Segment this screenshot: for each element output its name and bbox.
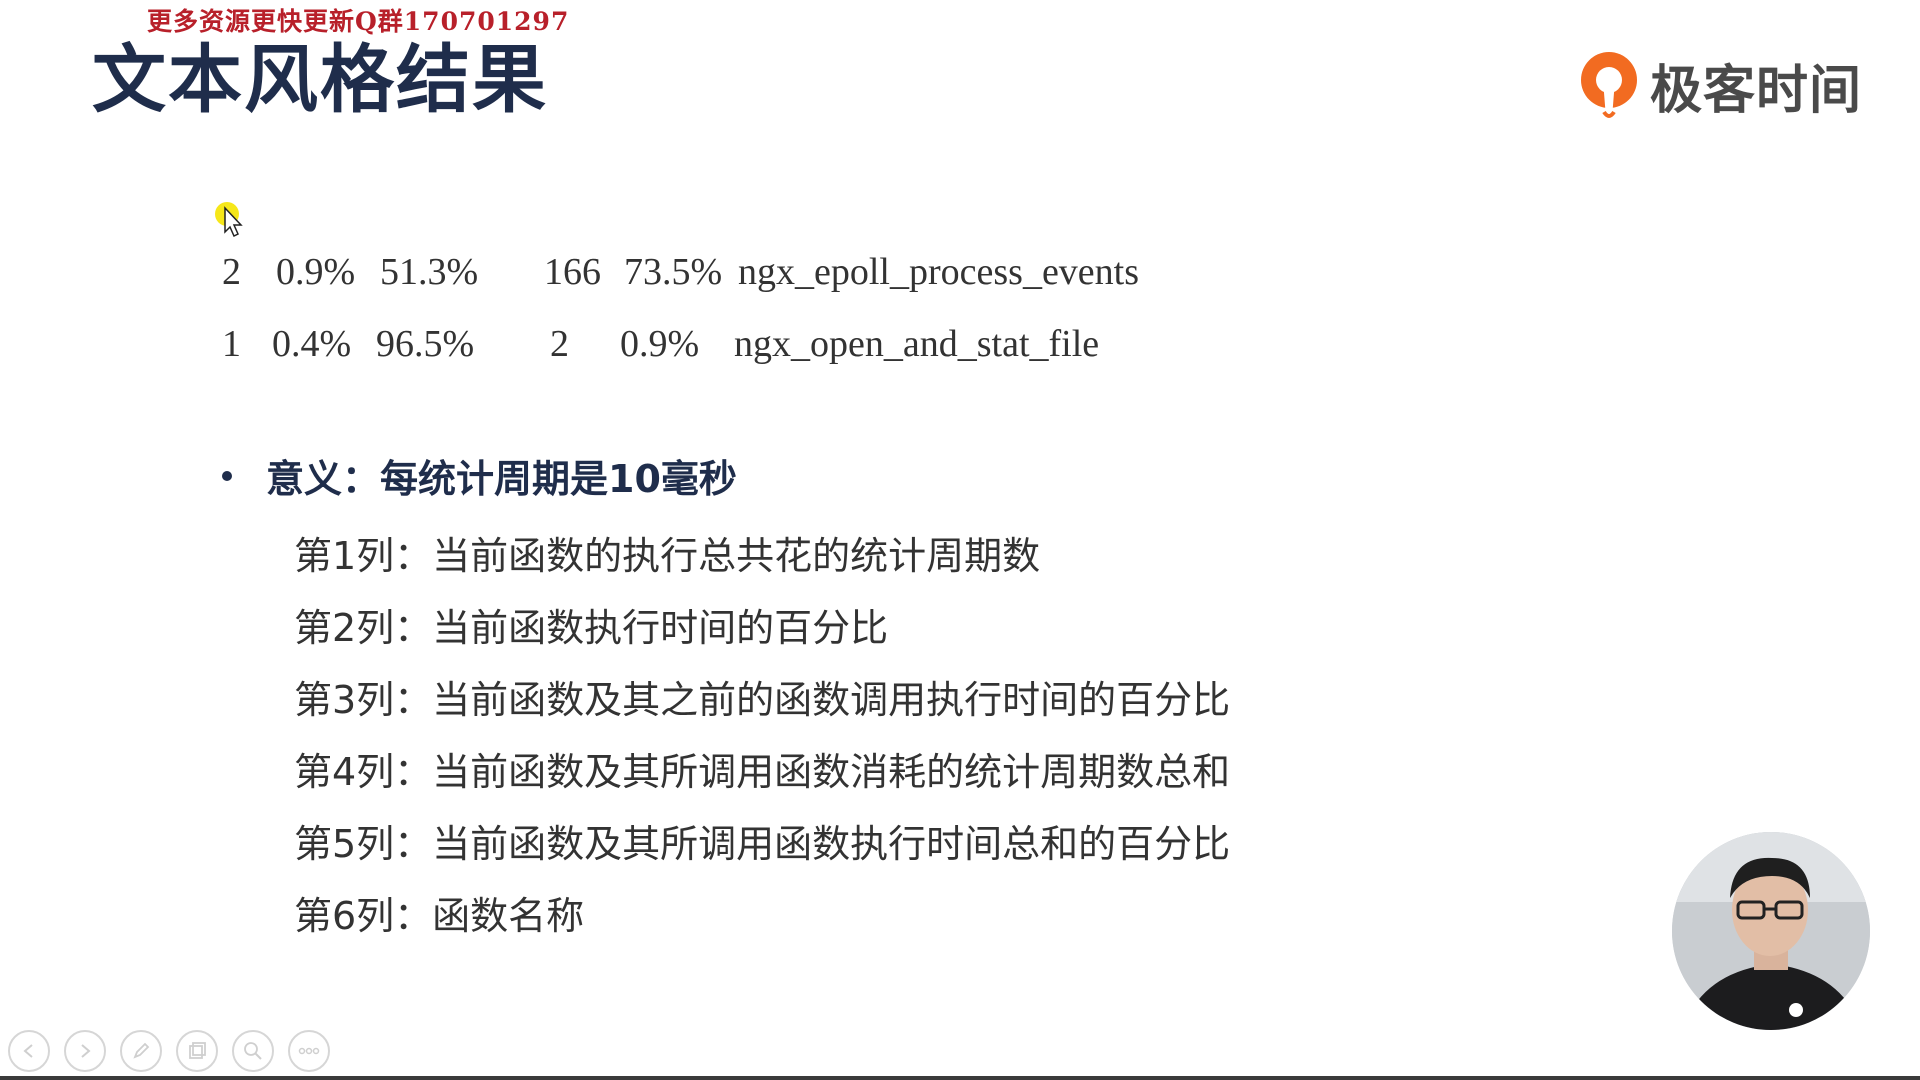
- list-item: 第5列：当前函数及其所调用函数执行时间总和的百分比: [294, 822, 1231, 866]
- cell-cumulative-percent: 96.5%: [376, 323, 475, 365]
- zoom-icon: [244, 1042, 262, 1060]
- slide-title: 文本风格结果: [92, 37, 548, 123]
- list-item: 第6列：函数名称: [294, 894, 585, 938]
- brand-logo: 极客时间: [1578, 48, 1862, 123]
- pen-tool-button[interactable]: [120, 1030, 162, 1072]
- zoom-button[interactable]: [232, 1030, 274, 1072]
- watermark-text: 更多资源更快更新Q群170701297: [147, 7, 570, 36]
- cell-total-cycles: 166: [544, 251, 601, 293]
- list-item: 第1列：当前函数的执行总共花的统计周期数: [294, 534, 1041, 578]
- slides-overview-button[interactable]: [176, 1030, 218, 1072]
- brand-name: 极客时间: [1650, 61, 1863, 121]
- previous-icon: [23, 1044, 33, 1058]
- bullet-heading: 意义：每统计周期是10毫秒: [222, 448, 737, 503]
- geektime-logo-icon: [1581, 51, 1637, 118]
- list-item: 第3列：当前函数及其之前的函数调用执行时间的百分比: [294, 678, 1231, 722]
- previous-slide-button[interactable]: [8, 1030, 50, 1072]
- cell-total-percent: 73.5%: [624, 251, 723, 293]
- column-description-list: 第1列：当前函数的执行总共花的统计周期数 第2列：当前函数执行时间的百分比 第3…: [294, 520, 1230, 952]
- more-icon: [298, 1047, 320, 1055]
- presenter-avatar: [1672, 832, 1870, 1030]
- presenter-video: [1672, 832, 1870, 1030]
- slideshow-toolbar: [8, 1030, 330, 1072]
- cell-function-name: ngx_epoll_process_events: [738, 251, 1140, 293]
- cell-cumulative-percent: 51.3%: [380, 251, 479, 293]
- cell-function-name: ngx_open_and_stat_file: [734, 323, 1100, 365]
- next-slide-button[interactable]: [64, 1030, 106, 1072]
- more-options-button[interactable]: [288, 1030, 330, 1072]
- cell-total-percent: 0.9%: [620, 323, 700, 365]
- slides-icon: [189, 1042, 206, 1059]
- cell-self-percent: 0.4%: [272, 323, 352, 365]
- cell-total-cycles: 2: [550, 323, 569, 365]
- pen-icon: [133, 1042, 150, 1059]
- presentation-slide: 更多资源更快更新Q群170701297 文本风格结果 极客时间 2 0.9% 5…: [0, 0, 1920, 1080]
- bullet-dot-icon: [222, 470, 232, 481]
- cell-self-percent: 0.9%: [276, 251, 356, 293]
- bottom-divider: [0, 1076, 1920, 1080]
- cell-cycles: 1: [222, 323, 241, 365]
- next-icon: [81, 1044, 91, 1058]
- list-item: 第4列：当前函数及其所调用函数消耗的统计周期数总和: [294, 750, 1231, 794]
- list-item: 第2列：当前函数执行时间的百分比: [294, 606, 889, 650]
- cell-cycles: 2: [222, 251, 241, 293]
- bullet-heading-text: 意义：每统计周期是10毫秒: [266, 457, 737, 501]
